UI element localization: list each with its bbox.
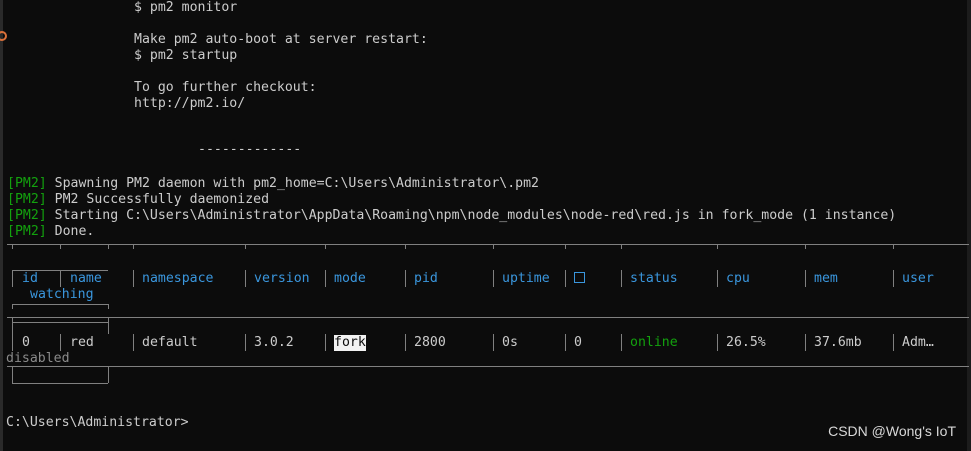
log-line: [PM2] Spawning PM2 daemon with pm2_home=… — [7, 176, 539, 192]
col-divider — [12, 304, 13, 309]
header-user: user — [902, 271, 934, 286]
cell-mode-selected[interactable]: fork — [334, 335, 366, 351]
col-divider — [60, 270, 61, 287]
table-border-tick — [108, 244, 109, 249]
watermark: CSDN @Wong's IoT — [828, 423, 956, 439]
cell-status: online — [630, 335, 678, 350]
scrollbar[interactable] — [967, 0, 971, 451]
terminal-window[interactable]: $ pm2 monitor Make pm2 auto-boot at serv… — [0, 0, 971, 451]
table-border-tick — [60, 244, 61, 249]
col-divider — [405, 270, 406, 287]
col-divider — [133, 334, 134, 351]
col-divider — [325, 270, 326, 287]
col-divider — [717, 270, 718, 287]
col-divider — [245, 334, 246, 351]
table-border-tick — [893, 244, 894, 249]
table-border-tick — [805, 244, 806, 249]
pm2-url-text: http://pm2.io/ — [134, 96, 246, 111]
table-border-tick — [405, 244, 406, 249]
header-version: version — [254, 271, 310, 286]
header-mem: mem — [814, 271, 838, 286]
log-message: Done. — [46, 224, 95, 239]
cell-name: red — [70, 335, 94, 350]
separator-text: ------------- — [198, 142, 302, 157]
log-tag: [PM2] — [7, 192, 47, 207]
startup-command-text: $ pm2 startup — [134, 48, 238, 63]
log-tag: [PM2] — [7, 224, 47, 239]
row-inner-border — [12, 322, 108, 323]
log-line: [PM2] PM2 Successfully daemonized — [7, 192, 269, 208]
header-name: name — [70, 271, 102, 286]
app-icon — [0, 31, 7, 41]
header-status: status — [630, 271, 678, 286]
col-divider — [245, 270, 246, 287]
col-divider — [893, 334, 894, 351]
log-message: Spawning PM2 daemon with pm2_home=C:\Use… — [46, 176, 539, 191]
header-separator — [7, 317, 969, 318]
table-row-bottom-border — [7, 366, 969, 367]
log-line: [PM2] Done. — [7, 224, 94, 240]
cell-mem: 37.6mb — [814, 335, 862, 350]
col-divider — [805, 334, 806, 351]
log-message: PM2 Successfully daemonized — [46, 192, 270, 207]
cell-cpu: 26.5% — [726, 335, 766, 350]
cell-pid: 2800 — [414, 335, 446, 350]
table-border-tick — [621, 244, 622, 249]
col-divider — [108, 317, 109, 334]
col-divider — [621, 270, 622, 287]
table-top-border — [7, 244, 969, 245]
col-divider — [325, 334, 326, 351]
header-cpu: cpu — [726, 271, 750, 286]
command-prompt[interactable]: C:\Users\Administrator> — [6, 415, 189, 431]
table-border-tick — [325, 244, 326, 249]
header-mode: mode — [334, 271, 366, 286]
table-border-tick — [493, 244, 494, 249]
autoboot-title-text: Make pm2 auto-boot at server restart: — [134, 32, 428, 47]
restart-counter-icon — [574, 272, 585, 283]
header-pid: pid — [414, 271, 438, 286]
col-divider — [12, 366, 13, 383]
log-tag: [PM2] — [7, 208, 47, 223]
cell-restarts: 0 — [574, 335, 582, 350]
col-divider — [565, 270, 566, 287]
log-message: Starting C:\Users\Administrator\AppData\… — [46, 208, 897, 223]
col-divider — [621, 334, 622, 351]
cell-namespace: default — [142, 335, 198, 350]
log-tag: [PM2] — [7, 176, 47, 191]
col-divider — [805, 270, 806, 287]
table-border-tick — [133, 244, 134, 249]
col-divider — [893, 270, 894, 287]
col-divider — [405, 334, 406, 351]
window-left-edge — [0, 0, 3, 451]
col-divider — [493, 334, 494, 351]
cell-version: 3.0.2 — [254, 335, 294, 350]
col-divider — [12, 334, 13, 351]
col-divider — [12, 317, 13, 334]
table-bottom-border — [12, 383, 108, 384]
col-divider — [717, 334, 718, 351]
cell-uptime: 0s — [502, 335, 518, 350]
table-border-tick — [717, 244, 718, 249]
col-divider — [60, 334, 61, 351]
monitor-command-text: $ pm2 monitor — [134, 0, 238, 15]
header-bottom-border — [12, 304, 108, 305]
table-border-tick — [245, 244, 246, 249]
table-border-tick — [565, 244, 566, 249]
col-divider — [565, 334, 566, 351]
col-divider — [12, 270, 13, 287]
col-divider — [108, 366, 109, 383]
cell-id: 0 — [22, 335, 30, 350]
header-watching: watching — [30, 287, 94, 302]
header-namespace: namespace — [142, 271, 214, 286]
col-divider — [133, 270, 134, 287]
col-divider — [493, 270, 494, 287]
header-uptime: uptime — [502, 271, 550, 286]
col-divider — [108, 304, 109, 309]
table-border-tick — [12, 244, 13, 249]
log-line: [PM2] Starting C:\Users\Administrator\Ap… — [7, 208, 896, 224]
cell-user: Adm… — [902, 335, 934, 350]
cell-watching: disabled — [6, 351, 70, 366]
further-title-text: To go further checkout: — [134, 80, 317, 95]
header-id: id — [22, 271, 38, 286]
